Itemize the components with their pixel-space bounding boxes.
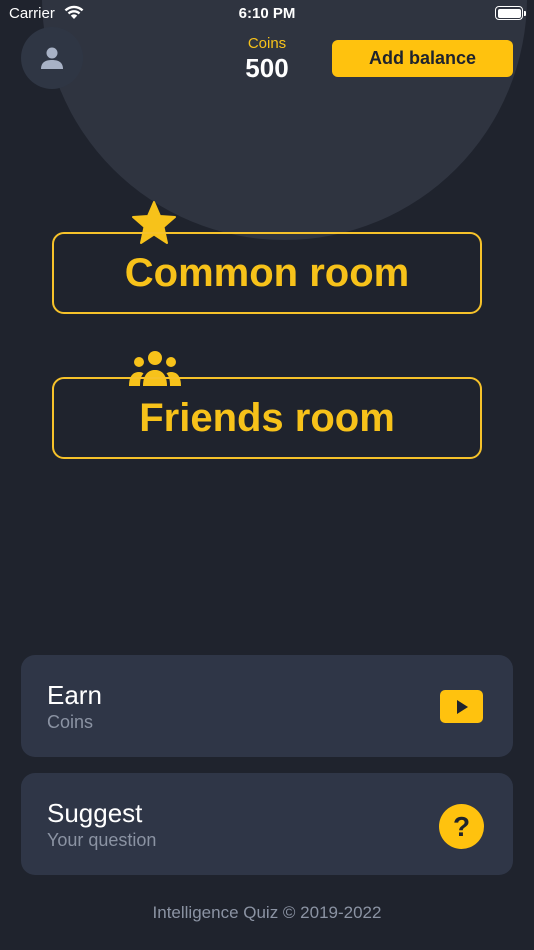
add-balance-button[interactable]: Add balance: [332, 40, 513, 77]
suggest-subtitle: Your question: [47, 830, 157, 850]
earn-subtitle: Coins: [47, 712, 94, 732]
coins-display: Coins 500: [206, 35, 328, 83]
profile-avatar-button[interactable]: [21, 27, 83, 89]
status-bar: Carrier 6:10 PM: [0, 0, 534, 30]
footer-copyright: Intelligence Quiz © 2019-2022: [152, 903, 382, 922]
question-mark-icon[interactable]: ?: [439, 804, 484, 849]
friends-room-button[interactable]: Friends room: [52, 377, 482, 459]
earn-title: Earn: [47, 680, 102, 710]
play-video-button[interactable]: [440, 690, 483, 723]
status-time: 6:10 PM: [238, 5, 296, 22]
play-icon: [456, 699, 468, 714]
user-icon: [41, 47, 63, 69]
suggest-title: Suggest: [47, 798, 143, 828]
coins-label: Coins: [247, 35, 287, 52]
battery-icon: [495, 6, 526, 20]
common-room-button[interactable]: Common room: [52, 232, 482, 314]
earn-coins-card[interactable]: Earn Coins: [21, 655, 513, 757]
suggest-question-card[interactable]: Suggest Your question ?: [21, 773, 513, 875]
coins-value: 500: [245, 53, 289, 83]
